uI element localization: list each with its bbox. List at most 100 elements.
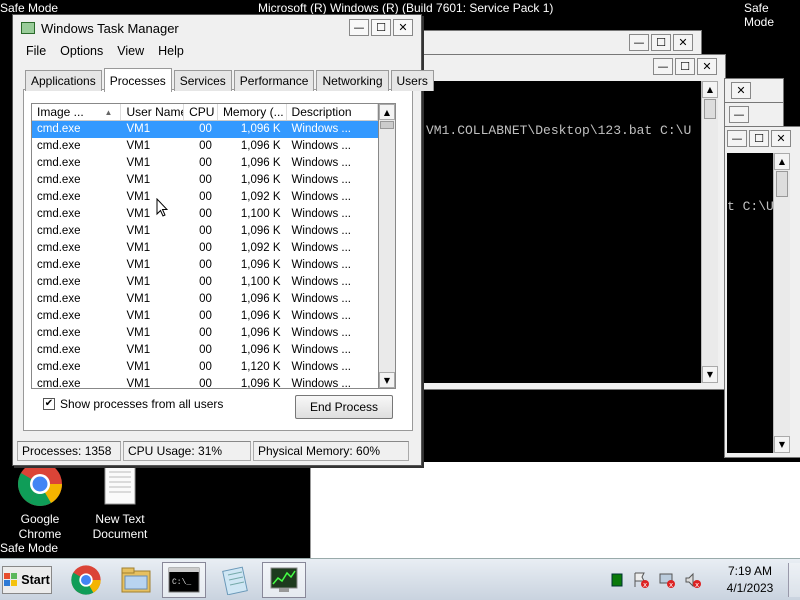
minimize-icon[interactable]: — <box>653 58 673 75</box>
table-row[interactable]: cmd.exe VM1 00 1,096 K Windows ... <box>32 308 378 325</box>
table-row[interactable]: cmd.exe VM1 00 1,120 K Windows ... <box>32 359 378 376</box>
console-window[interactable]: — ☐ ✕ t C:\U ▲ ▼ <box>724 126 800 458</box>
taskbar-chrome[interactable] <box>64 562 108 598</box>
menu-bar: File Options View Help <box>13 41 421 61</box>
svg-text:x: x <box>643 581 647 589</box>
cell-image-name: cmd.exe <box>37 293 81 305</box>
scroll-down-icon[interactable]: ▼ <box>702 366 718 383</box>
column-header-description[interactable]: Description <box>287 104 378 120</box>
scroll-thumb[interactable] <box>380 121 394 129</box>
cell-description: Windows ... <box>291 157 351 169</box>
menu-view[interactable]: View <box>110 44 151 58</box>
cell-user-name: VM1 <box>126 191 151 203</box>
taskbar-task-manager[interactable] <box>262 562 306 598</box>
show-all-processes-checkbox[interactable]: ✔ Show processes from all users <box>43 397 223 411</box>
table-row[interactable]: cmd.exe VM1 00 1,096 K Windows ... <box>32 342 378 359</box>
cell-memory: 1,096 K <box>240 174 281 186</box>
cell-description: Windows ... <box>291 242 351 254</box>
window-controls: ✕ <box>731 82 751 99</box>
close-icon[interactable]: ✕ <box>673 34 693 51</box>
tab-performance[interactable]: Performance <box>233 70 315 91</box>
maximize-icon[interactable]: ☐ <box>371 19 391 36</box>
minimize-icon[interactable]: — <box>629 34 649 51</box>
table-row[interactable]: cmd.exe VM1 00 1,100 K Windows ... <box>32 274 378 291</box>
scroll-up-icon[interactable]: ▲ <box>702 81 718 98</box>
menu-file[interactable]: File <box>19 44 53 58</box>
close-icon[interactable]: ✕ <box>731 82 751 99</box>
table-row[interactable]: cmd.exe VM1 00 1,096 K Windows ... <box>32 257 378 274</box>
table-row[interactable]: cmd.exe VM1 00 1,092 K Windows ... <box>32 240 378 257</box>
cell-image-name: cmd.exe <box>37 327 81 339</box>
scroll-thumb[interactable] <box>704 99 716 119</box>
table-row[interactable]: cmd.exe VM1 00 1,096 K Windows ... <box>32 138 378 155</box>
tab-processes[interactable]: Processes <box>103 68 172 92</box>
column-header-user[interactable]: User Name <box>121 104 185 120</box>
table-row[interactable]: cmd.exe VM1 00 1,100 K Windows ... <box>32 206 378 223</box>
tab-strip: Applications Processes Services Performa… <box>25 67 436 92</box>
minimize-icon[interactable]: — <box>729 106 749 123</box>
taskbar-explorer[interactable] <box>114 562 158 598</box>
menu-options[interactable]: Options <box>53 44 110 58</box>
safe-mode-label-bottom-left: Safe Mode <box>0 541 59 555</box>
menu-help[interactable]: Help <box>151 44 191 58</box>
table-row[interactable]: cmd.exe VM1 00 1,096 K Windows ... <box>32 223 378 240</box>
close-icon[interactable]: ✕ <box>771 130 791 147</box>
cell-cpu: 00 <box>199 344 212 356</box>
table-row[interactable]: cmd.exe VM1 00 1,096 K Windows ... <box>32 155 378 172</box>
safe-mode-label-top-right: Safe Mode <box>744 1 775 29</box>
column-header-memory[interactable]: Memory (... <box>218 104 287 120</box>
start-button[interactable]: Start <box>2 566 52 594</box>
minimize-icon[interactable]: — <box>349 19 369 36</box>
scroll-up-icon[interactable]: ▲ <box>774 153 790 170</box>
checkbox-check-icon[interactable]: ✔ <box>43 398 55 410</box>
table-row[interactable]: cmd.exe VM1 00 1,096 K Windows ... <box>32 291 378 308</box>
cell-cpu: 00 <box>199 327 212 339</box>
tab-applications[interactable]: Applications <box>25 70 102 91</box>
volume-muted-icon[interactable]: x <box>684 571 702 589</box>
system-clock[interactable]: 7:19 AM 4/1/2023 <box>716 563 784 597</box>
table-row[interactable]: cmd.exe VM1 00 1,096 K Windows ... <box>32 325 378 342</box>
vertical-scrollbar[interactable]: ▲ ▼ <box>701 81 718 383</box>
text-document-icon <box>96 460 144 508</box>
cell-description: Windows ... <box>291 140 351 152</box>
window-title: Windows Task Manager <box>41 20 179 36</box>
process-table[interactable]: Image ... ▲ User Name CPU Memory (... Des… <box>31 103 379 389</box>
table-row[interactable]: cmd.exe VM1 00 1,092 K Windows ... <box>32 189 378 206</box>
tab-networking[interactable]: Networking <box>316 70 389 91</box>
tab-users[interactable]: Users <box>390 70 434 91</box>
taskbar-cmd[interactable]: C:\_ <box>162 562 206 598</box>
task-manager-window[interactable]: Windows Task Manager — ☐ ✕ File Options … <box>12 14 434 466</box>
desktop-icon-new-text-document[interactable]: New Text Document <box>78 460 162 542</box>
desktop-icon-chrome[interactable]: Google Chrome <box>0 460 82 542</box>
table-row[interactable]: cmd.exe VM1 00 1,096 K Windows ... <box>32 172 378 189</box>
tab-services[interactable]: Services <box>173 70 232 91</box>
cell-cpu: 00 <box>199 208 212 220</box>
cell-cpu: 00 <box>199 123 212 135</box>
end-process-button[interactable]: End Process <box>295 395 393 419</box>
console-window[interactable]: — ☐ ✕ VM1.COLLABNET\Desktop\123.bat C:\U… <box>414 54 726 390</box>
scroll-thumb[interactable] <box>776 171 788 197</box>
maximize-icon[interactable]: ☐ <box>651 34 671 51</box>
cell-image-name: cmd.exe <box>37 225 81 237</box>
show-desktop-button[interactable] <box>788 563 800 597</box>
system-tray: x x x <box>610 559 702 600</box>
network-disconnected-icon[interactable]: x <box>658 571 676 589</box>
taskbar-notepad[interactable] <box>212 562 256 598</box>
column-header-cpu[interactable]: CPU <box>184 104 218 120</box>
action-center-icon[interactable]: x <box>632 571 650 589</box>
network-activity-icon[interactable] <box>610 572 624 588</box>
scroll-up-icon[interactable]: ▲ <box>379 104 395 120</box>
table-row[interactable]: cmd.exe VM1 00 1,096 K Windows ... <box>32 376 378 388</box>
table-scrollbar[interactable]: ▲ ▼ <box>379 103 396 389</box>
close-icon[interactable]: ✕ <box>697 58 717 75</box>
maximize-icon[interactable]: ☐ <box>749 130 769 147</box>
minimize-icon[interactable]: — <box>727 130 747 147</box>
vertical-scrollbar[interactable]: ▲ ▼ <box>773 153 790 453</box>
scroll-down-icon[interactable]: ▼ <box>379 372 395 388</box>
column-header-image[interactable]: Image ... ▲ <box>32 104 122 120</box>
cell-cpu: 00 <box>199 361 212 373</box>
scroll-down-icon[interactable]: ▼ <box>774 436 790 453</box>
close-icon[interactable]: ✕ <box>393 19 413 36</box>
table-row[interactable]: cmd.exe VM1 00 1,096 K Windows ... <box>32 121 378 138</box>
maximize-icon[interactable]: ☐ <box>675 58 695 75</box>
